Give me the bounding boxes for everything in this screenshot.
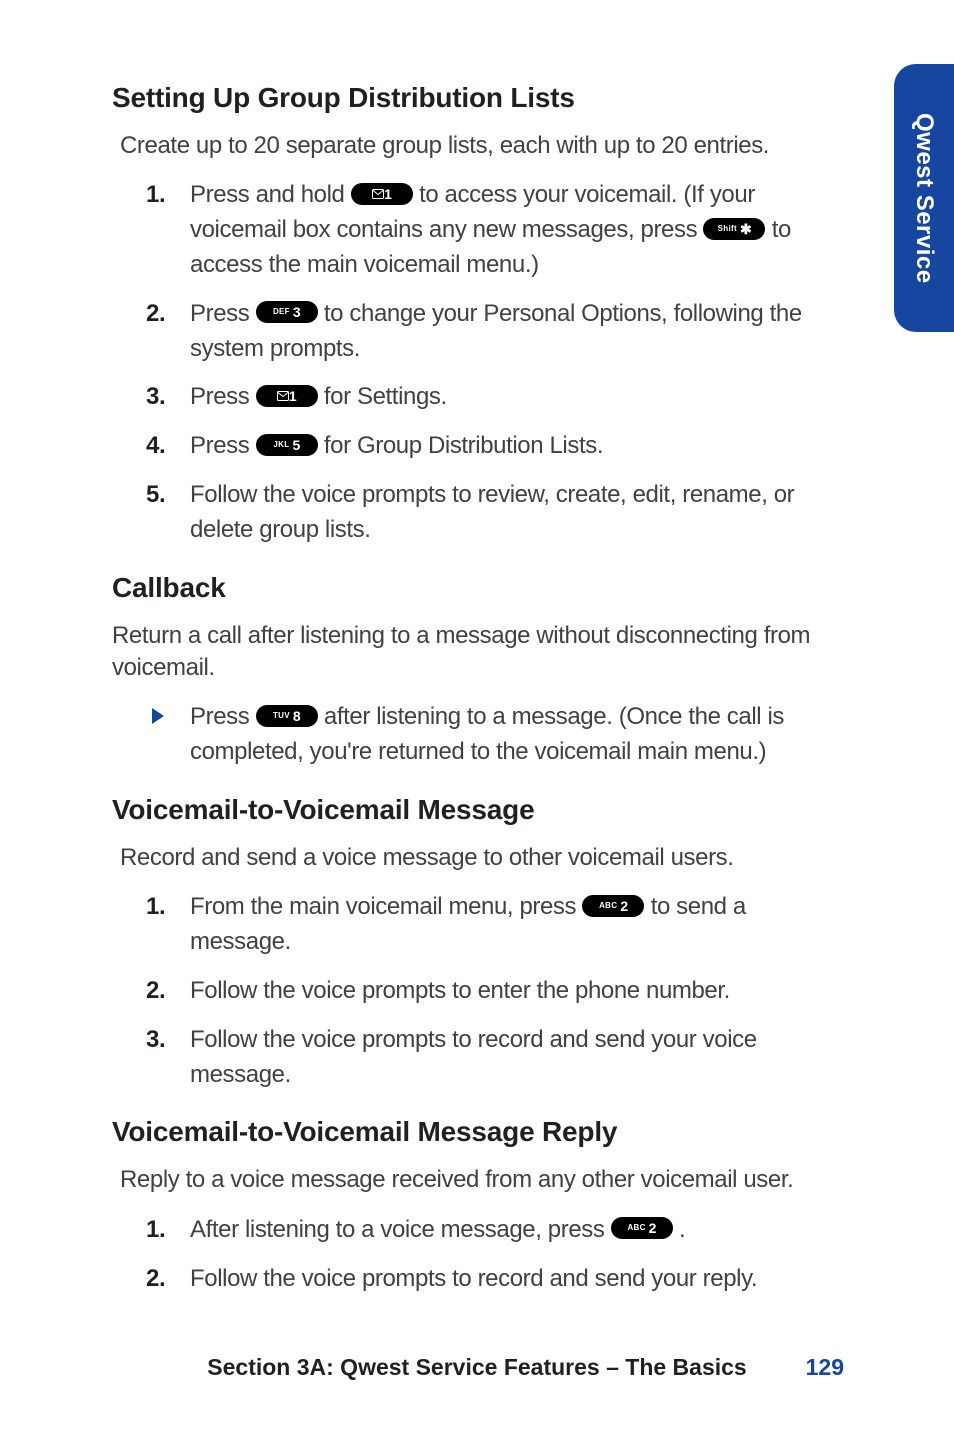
key-main: 8 bbox=[293, 709, 300, 723]
step-text: . bbox=[679, 1216, 685, 1243]
step-text: Follow the voice prompts to review, crea… bbox=[190, 481, 794, 543]
key-sub: TUV bbox=[273, 712, 290, 720]
heading-group-distribution: Setting Up Group Distribution Lists bbox=[112, 82, 842, 114]
step-number: 3. bbox=[146, 380, 165, 415]
list-item: Press TUV 8 after listening to a message… bbox=[158, 700, 842, 770]
page: Qwest Service Setting Up Group Distribut… bbox=[0, 0, 954, 1431]
intro-callback: Return a call after listening to a messa… bbox=[112, 620, 842, 685]
bullet-text: Press bbox=[190, 703, 256, 730]
key-main: 1 bbox=[384, 187, 391, 201]
step-text: for Settings. bbox=[324, 383, 447, 410]
footer: Section 3A: Qwest Service Features – The… bbox=[0, 1354, 954, 1381]
key-main: 5 bbox=[292, 438, 299, 452]
steps-v2v-reply: 1. After listening to a voice message, p… bbox=[112, 1213, 842, 1297]
step-number: 3. bbox=[146, 1023, 165, 1058]
key-main: 2 bbox=[620, 899, 627, 913]
list-item: 2. Follow the voice prompts to record an… bbox=[158, 1262, 842, 1297]
key-sub: ABC bbox=[599, 902, 617, 910]
step-text: for Group Distribution Lists. bbox=[324, 432, 603, 459]
key-shift-star: Shift ✱ bbox=[703, 218, 765, 240]
step-text: Press bbox=[190, 432, 256, 459]
step-number: 2. bbox=[146, 297, 165, 332]
intro-group-distribution: Create up to 20 separate group lists, ea… bbox=[120, 130, 842, 162]
list-item: 2. Press DEF 3 to change your Personal O… bbox=[158, 297, 842, 367]
key-sub: Shift bbox=[718, 225, 737, 233]
step-number: 2. bbox=[146, 1262, 165, 1297]
step-text: After listening to a voice message, pres… bbox=[190, 1216, 611, 1243]
list-item: 1. Press and hold 1 to access your voice… bbox=[158, 178, 842, 282]
key-tuv-8: TUV 8 bbox=[256, 705, 318, 727]
intro-v2v: Record and send a voice message to other… bbox=[120, 842, 842, 874]
step-number: 5. bbox=[146, 478, 165, 513]
list-item: 2. Follow the voice prompts to enter the… bbox=[158, 974, 842, 1009]
key-main: 1 bbox=[289, 389, 296, 403]
key-def-3: DEF 3 bbox=[256, 301, 318, 323]
list-item: 4. Press JKL 5 for Group Distribution Li… bbox=[158, 429, 842, 464]
step-text: Follow the voice prompts to record and s… bbox=[190, 1265, 757, 1292]
key-sub: ABC bbox=[627, 1224, 645, 1232]
key-main: 2 bbox=[649, 1221, 656, 1235]
step-number: 1. bbox=[146, 178, 165, 213]
step-number: 1. bbox=[146, 1213, 165, 1248]
mail-icon bbox=[372, 189, 384, 199]
step-text: From the main voicemail menu, press bbox=[190, 893, 582, 920]
key-sub: DEF bbox=[273, 308, 290, 316]
step-text: Press bbox=[190, 383, 256, 410]
list-item: 1. From the main voicemail menu, press A… bbox=[158, 890, 842, 960]
key-main: ✱ bbox=[740, 222, 751, 236]
key-sub: JKL bbox=[273, 441, 289, 449]
heading-v2v: Voicemail-to-Voicemail Message bbox=[112, 794, 842, 826]
step-number: 4. bbox=[146, 429, 165, 464]
step-text: Press bbox=[190, 300, 256, 327]
steps-v2v: 1. From the main voicemail menu, press A… bbox=[112, 890, 842, 1092]
side-tab-label: Qwest Service bbox=[910, 113, 938, 284]
key-mail-1: 1 bbox=[256, 385, 318, 407]
list-item: 3. Follow the voice prompts to record an… bbox=[158, 1023, 842, 1093]
step-number: 1. bbox=[146, 890, 165, 925]
key-abc-2: ABC 2 bbox=[611, 1217, 673, 1239]
step-text: Press and hold bbox=[190, 181, 351, 208]
key-main: 3 bbox=[293, 305, 300, 319]
step-number: 2. bbox=[146, 974, 165, 1009]
mail-icon bbox=[277, 391, 289, 401]
heading-callback: Callback bbox=[112, 572, 842, 604]
footer-text: Section 3A: Qwest Service Features – The… bbox=[207, 1354, 746, 1380]
heading-v2v-reply: Voicemail-to-Voicemail Message Reply bbox=[112, 1116, 842, 1148]
step-text: Follow the voice prompts to enter the ph… bbox=[190, 977, 730, 1004]
steps-group-distribution: 1. Press and hold 1 to access your voice… bbox=[112, 178, 842, 547]
list-item: 3. Press 1 for Settings. bbox=[158, 380, 842, 415]
list-item: 5. Follow the voice prompts to review, c… bbox=[158, 478, 842, 548]
intro-v2v-reply: Reply to a voice message received from a… bbox=[120, 1164, 842, 1196]
key-mail-1: 1 bbox=[351, 183, 413, 205]
side-tab: Qwest Service bbox=[894, 64, 954, 332]
step-text: Follow the voice prompts to record and s… bbox=[190, 1026, 757, 1088]
page-number: 129 bbox=[806, 1354, 844, 1381]
bullets-callback: Press TUV 8 after listening to a message… bbox=[112, 700, 842, 770]
key-abc-2: ABC 2 bbox=[582, 895, 644, 917]
key-jkl-5: JKL 5 bbox=[256, 434, 318, 456]
list-item: 1. After listening to a voice message, p… bbox=[158, 1213, 842, 1248]
